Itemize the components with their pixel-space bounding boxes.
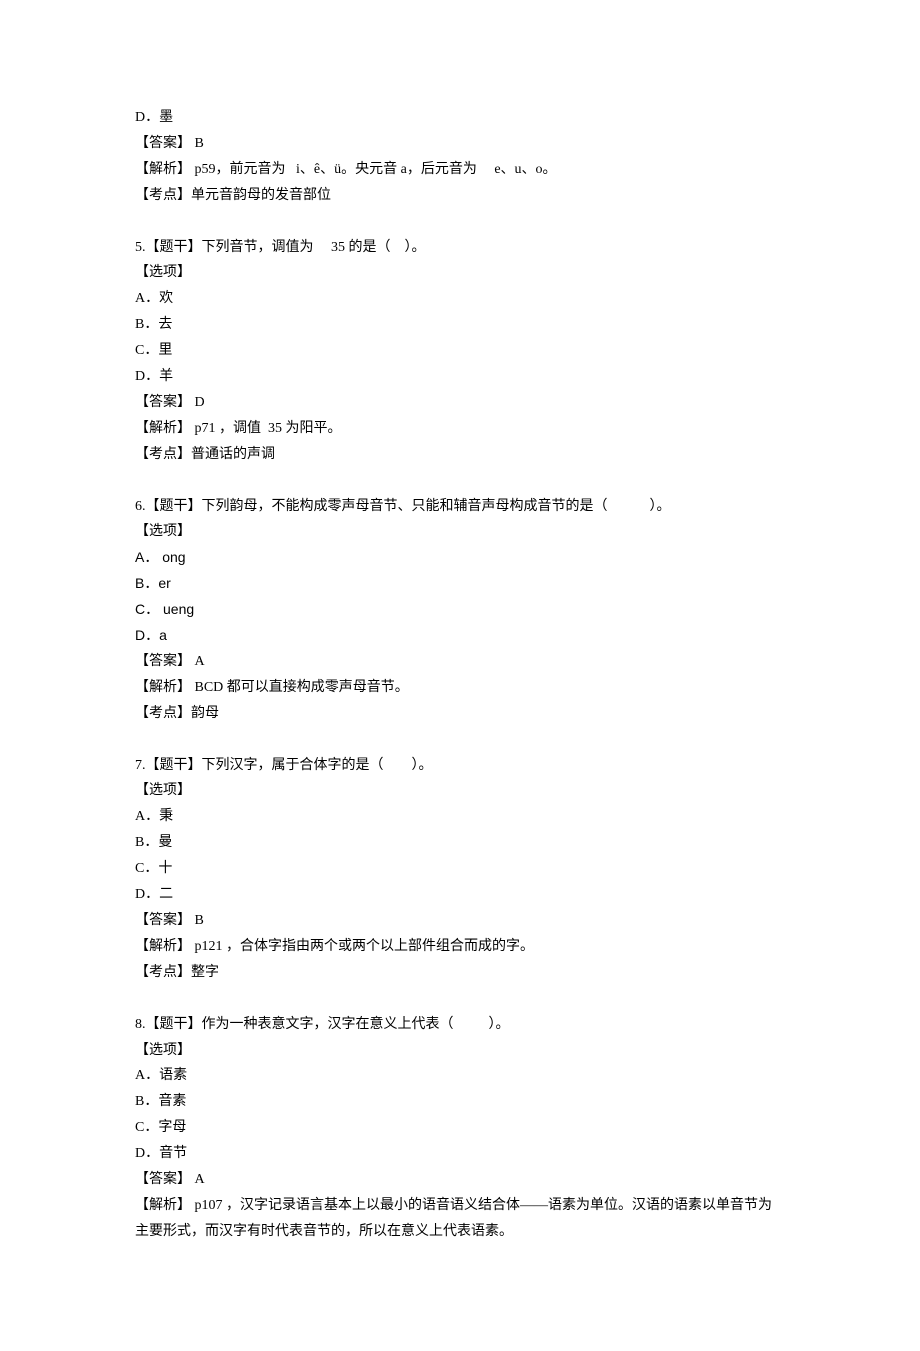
options-label: 【选项】 [135, 260, 785, 286]
point: 【考点】韵母 [135, 701, 785, 727]
option: D．a [135, 623, 785, 649]
answer: 【答案】 A [135, 649, 785, 675]
question-stem: 8.【题干】作为一种表意文字，汉字在意义上代表（ ）。 [135, 1012, 785, 1038]
answer: 【答案】 B [135, 908, 785, 934]
options-label: 【选项】 [135, 1038, 785, 1064]
option: C．里 [135, 338, 785, 364]
option: A．秉 [135, 804, 785, 830]
option: C．十 [135, 856, 785, 882]
option: A．欢 [135, 286, 785, 312]
question-block: 6.【题干】下列韵母，不能构成零声母音节、只能和辅音声母构成音节的是（ ）。 【… [135, 494, 785, 727]
option: C． ueng [135, 597, 785, 623]
option: A．语素 [135, 1063, 785, 1089]
option: A． ong [135, 545, 785, 571]
explain: 【解析】 p121 ，合体字指由两个或两个以上部件组合而成的字。 [135, 934, 785, 960]
point: 【考点】整字 [135, 960, 785, 986]
question-stem: 6.【题干】下列韵母，不能构成零声母音节、只能和辅音声母构成音节的是（ ）。 [135, 494, 785, 520]
point: 【考点】普通话的声调 [135, 442, 785, 468]
option: D．羊 [135, 364, 785, 390]
explain: 【解析】 BCD 都可以直接构成零声母音节。 [135, 675, 785, 701]
answer: 【答案】 A [135, 1167, 785, 1193]
intro-block: D．墨 【答案】 B 【解析】 p59，前元音为 i、ê、ü。央元音 a，后元音… [135, 105, 785, 209]
intro-line: 【解析】 p59，前元音为 i、ê、ü。央元音 a，后元音为 e、u、o。 [135, 157, 785, 183]
explain: 【解析】 p71 ，调值 35 为阳平。 [135, 416, 785, 442]
options-label: 【选项】 [135, 778, 785, 804]
option: D．二 [135, 882, 785, 908]
option: B．er [135, 571, 785, 597]
question-block: 8.【题干】作为一种表意文字，汉字在意义上代表（ ）。 【选项】 A．语素 B．… [135, 1012, 785, 1245]
option: B．音素 [135, 1089, 785, 1115]
option: B．去 [135, 312, 785, 338]
intro-line: D．墨 [135, 105, 785, 131]
intro-line: 【考点】单元音韵母的发音部位 [135, 183, 785, 209]
question-block: 7.【题干】下列汉字，属于合体字的是（ ）。 【选项】 A．秉 B．曼 C．十 … [135, 753, 785, 986]
question-block: 5.【题干】下列音节，调值为 35 的是（ ）。 【选项】 A．欢 B．去 C．… [135, 235, 785, 468]
answer: 【答案】 D [135, 390, 785, 416]
page-content: D．墨 【答案】 B 【解析】 p59，前元音为 i、ê、ü。央元音 a，后元音… [0, 0, 920, 1351]
explain: 【解析】 p107 ，汉字记录语言基本上以最小的语音语义结合体——语素为单位。汉… [135, 1193, 785, 1245]
option: B．曼 [135, 830, 785, 856]
question-stem: 5.【题干】下列音节，调值为 35 的是（ ）。 [135, 235, 785, 261]
option: C．字母 [135, 1115, 785, 1141]
intro-line: 【答案】 B [135, 131, 785, 157]
question-stem: 7.【题干】下列汉字，属于合体字的是（ ）。 [135, 753, 785, 779]
options-label: 【选项】 [135, 519, 785, 545]
option: D．音节 [135, 1141, 785, 1167]
